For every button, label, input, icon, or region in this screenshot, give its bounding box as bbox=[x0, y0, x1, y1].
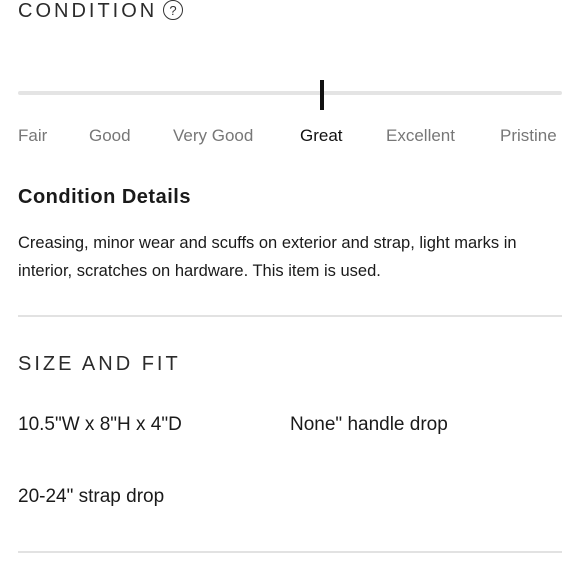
condition-option-pristine[interactable]: Pristine bbox=[500, 126, 557, 146]
section-divider bbox=[18, 551, 562, 553]
handle-drop-value: None" handle drop bbox=[290, 414, 448, 435]
section-divider bbox=[18, 315, 562, 317]
condition-slider-track[interactable] bbox=[18, 91, 562, 95]
condition-details-title: Condition Details bbox=[18, 186, 191, 208]
condition-option-very-good[interactable]: Very Good bbox=[173, 126, 253, 146]
condition-heading: CONDITION bbox=[18, 0, 158, 22]
condition-option-excellent[interactable]: Excellent bbox=[386, 126, 455, 146]
condition-option-good[interactable]: Good bbox=[89, 126, 131, 146]
condition-option-fair[interactable]: Fair bbox=[18, 126, 47, 146]
size-and-fit-heading: SIZE AND FIT bbox=[18, 353, 181, 375]
strap-drop-value: 20-24" strap drop bbox=[18, 486, 165, 507]
condition-details-text: Creasing, minor wear and scuffs on exter… bbox=[18, 234, 517, 280]
condition-slider-thumb[interactable] bbox=[320, 80, 324, 110]
dimensions-value: 10.5"W x 8"H x 4"D bbox=[18, 414, 182, 435]
condition-option-great[interactable]: Great bbox=[300, 126, 343, 146]
question-circle-icon[interactable]: ? bbox=[163, 0, 183, 20]
